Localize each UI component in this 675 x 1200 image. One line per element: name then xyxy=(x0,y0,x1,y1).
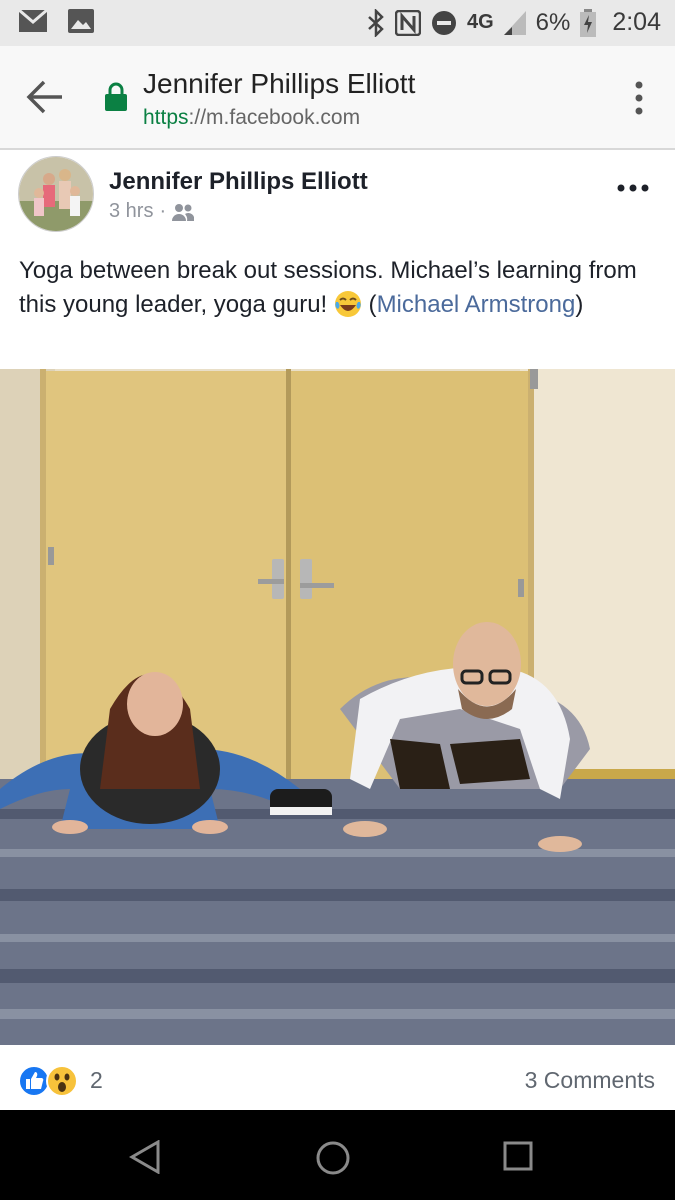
reaction-count[interactable]: 2 xyxy=(90,1067,103,1094)
comments-count[interactable]: 3 Comments xyxy=(525,1067,655,1094)
gallery-icon xyxy=(68,9,94,33)
network-type: 4G xyxy=(466,11,494,33)
paren-close: ) xyxy=(575,291,584,318)
back-arrow-icon[interactable] xyxy=(26,80,64,114)
post-meta: 3 hrs · xyxy=(109,200,195,223)
signal-icon xyxy=(503,10,526,35)
gmail-icon xyxy=(18,9,48,32)
nfc-icon xyxy=(394,9,421,36)
author-avatar[interactable] xyxy=(18,156,94,232)
post-author-name[interactable]: Jennifer Phillips Elliott xyxy=(109,168,368,196)
reaction-icons[interactable] xyxy=(18,1065,78,1097)
bluetooth-icon xyxy=(368,8,384,37)
meta-separator: · xyxy=(159,200,167,222)
lock-icon xyxy=(105,82,127,111)
browser-toolbar: Jennifer Phillips Elliott https://m.face… xyxy=(0,46,675,150)
status-bar: 4G 6% 2:04 xyxy=(0,0,675,46)
overflow-menu-icon[interactable] xyxy=(633,80,645,116)
post-header: Jennifer Phillips Elliott 3 hrs · xyxy=(0,152,675,240)
system-nav-bar xyxy=(0,1110,675,1200)
nav-back-icon[interactable] xyxy=(128,1140,162,1174)
clock: 2:04 xyxy=(612,8,661,36)
url-scheme: https xyxy=(143,106,189,129)
battery-percent: 6% xyxy=(535,8,571,36)
post-photo[interactable] xyxy=(0,369,675,1045)
do-not-disturb-icon xyxy=(431,10,456,35)
reactions-bar: 2 3 Comments xyxy=(0,1045,675,1115)
url-host: ://m.facebook.com xyxy=(188,106,361,129)
page-title: Jennifer Phillips Elliott xyxy=(143,68,416,99)
mention-link[interactable]: Michael Armstrong xyxy=(377,291,576,318)
friends-icon xyxy=(172,203,195,221)
battery-icon xyxy=(580,8,597,37)
paren-open: ( xyxy=(361,291,377,318)
nav-home-icon[interactable] xyxy=(315,1140,351,1176)
wow-reaction-icon xyxy=(46,1065,78,1097)
post-timestamp[interactable]: 3 hrs xyxy=(109,200,153,223)
tears-of-joy-emoji-icon xyxy=(334,291,361,317)
url-bar[interactable]: https://m.facebook.com xyxy=(143,106,360,130)
nav-recents-icon[interactable] xyxy=(502,1140,534,1172)
post-body: Yoga between break out sessions. Michael… xyxy=(19,254,659,322)
post-options-icon[interactable] xyxy=(617,184,649,192)
